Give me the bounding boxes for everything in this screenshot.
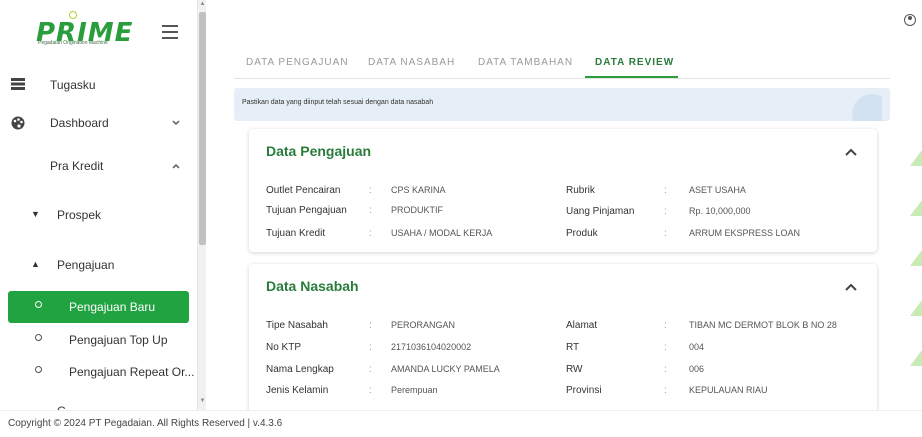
chevron-down-icon <box>172 118 180 129</box>
field-value: PRODUKTIF <box>391 205 444 215</box>
sidebar-item-prospek[interactable]: ▼ Prospek <box>0 200 190 230</box>
field-label: Produk <box>566 228 598 239</box>
user-account-icon[interactable] <box>904 14 916 26</box>
field-value: TIBAN MC DERMOT BLOK B NO 28 <box>689 320 837 330</box>
field-label: Provinsi <box>566 385 602 396</box>
sidebar-item-label: Pengajuan Repeat Or... <box>69 365 195 379</box>
chevron-up-icon <box>172 161 180 172</box>
field-separator: : <box>369 228 372 239</box>
caret-down-icon: ▼ <box>31 209 40 219</box>
field-label: Rubrik <box>566 185 595 196</box>
field-separator: : <box>369 185 372 196</box>
field-separator: : <box>664 320 667 331</box>
sidebar-item-label: Pra Kredit <box>50 159 104 173</box>
tab-bar: DATA PENGAJUAN DATA NASABAH DATA TAMBAHA… <box>234 45 890 79</box>
prime-logo[interactable]: PRIME Pegadaian Origination Machine <box>36 10 132 50</box>
field-separator: : <box>664 342 667 353</box>
field-label: RT <box>566 342 580 353</box>
tab-data-review[interactable]: DATA REVIEW <box>595 57 674 68</box>
field-value: ASET USAHA <box>689 185 746 195</box>
field-separator: : <box>664 206 667 217</box>
field-separator: : <box>664 185 667 196</box>
sidebar: PRIME Pegadaian Origination Machine Tuga… <box>0 0 197 410</box>
scrollbar-thumb[interactable] <box>199 12 206 245</box>
field-label: Tujuan Kredit <box>266 228 326 239</box>
collapse-chevron-icon[interactable] <box>845 143 857 156</box>
field-value: PERORANGAN <box>391 320 456 330</box>
circle-icon <box>35 366 42 373</box>
sidebar-item-pengajuan-top-up[interactable]: Pengajuan Top Up <box>8 324 189 356</box>
field-separator: : <box>369 364 372 375</box>
field-label: Tipe Nasabah <box>266 320 328 331</box>
field-value: 004 <box>689 342 705 352</box>
sidebar-scrollbar[interactable]: ▲ ▼ <box>197 0 206 410</box>
field-label: Alamat <box>566 320 598 331</box>
caret-up-icon: ▲ <box>31 259 40 269</box>
card-title: Data Nasabah <box>266 278 359 294</box>
sidebar-item-tugasku[interactable]: Tugasku <box>0 70 190 100</box>
main-content: DATA PENGAJUAN DATA NASABAH DATA TAMBAHA… <box>206 0 922 414</box>
sidebar-item-dashboard[interactable]: Dashboard <box>0 108 190 138</box>
field-value: USAHA / MODAL KERJA <box>391 228 493 238</box>
sidebar-item-label: Prospek <box>57 208 102 222</box>
info-banner-text: Pastikan data yang diinput telah sesuai … <box>242 99 434 106</box>
field-label: No KTP <box>266 342 302 353</box>
sidebar-item-partial[interactable]: ▬ C <box>0 396 190 410</box>
field-label: Uang Pinjaman <box>566 206 635 217</box>
tab-data-pengajuan[interactable]: DATA PENGAJUAN <box>246 57 349 68</box>
field-value: 2171036104020002 <box>391 342 472 352</box>
card-data-nasabah: Data Nasabah Tipe Nasabah : PERORANGAN N… <box>249 264 877 414</box>
tab-data-nasabah[interactable]: DATA NASABAH <box>368 57 455 68</box>
circle-icon <box>35 334 42 341</box>
footer: Copyright © 2024 PT Pegadaian. All Right… <box>0 410 922 437</box>
background-decoration <box>910 120 922 410</box>
collapse-chevron-icon[interactable] <box>845 278 857 291</box>
sidebar-item-pra-kredit[interactable]: Pra Kredit <box>0 151 190 181</box>
card-data-pengajuan: Data Pengajuan Outlet Pencairan : CPS KA… <box>249 129 877 252</box>
field-value: CPS KARINA <box>391 185 446 195</box>
field-separator: : <box>664 228 667 239</box>
menu-toggle-icon[interactable] <box>162 25 178 39</box>
sidebar-item-pengajuan-baru[interactable]: Pengajuan Baru <box>8 291 189 323</box>
field-value: KEPULAUAN RIAU <box>689 385 768 395</box>
circle-icon <box>35 301 42 308</box>
field-value: Perempuan <box>391 385 438 395</box>
field-separator: : <box>664 385 667 396</box>
field-value: AMANDA LUCKY PAMELA <box>391 364 500 374</box>
field-separator: : <box>664 364 667 375</box>
sidebar-item-pengajuan-repeat[interactable]: Pengajuan Repeat Or... <box>8 356 194 388</box>
palette-icon <box>10 116 26 130</box>
field-separator: : <box>369 205 372 216</box>
info-banner: Pastikan data yang diinput telah sesuai … <box>234 88 890 121</box>
sidebar-item-label: Pengajuan Top Up <box>69 333 168 347</box>
field-label: Nama Lengkap <box>266 364 334 375</box>
field-label: RW <box>566 364 583 375</box>
field-value: 006 <box>689 364 705 374</box>
sidebar-item-label: Tugasku <box>50 78 96 92</box>
active-tab-indicator <box>585 76 678 78</box>
field-value: ARRUM EKSPRESS LOAN <box>689 228 801 238</box>
field-value: Rp. 10,000,000 <box>689 206 751 216</box>
field-separator: : <box>369 385 372 396</box>
card-title: Data Pengajuan <box>266 143 372 159</box>
field-label: Outlet Pencairan <box>266 185 341 196</box>
tasks-icon <box>10 78 26 92</box>
sidebar-item-label: Pengajuan <box>57 258 115 272</box>
field-label: Tujuan Pengajuan <box>266 205 347 216</box>
copyright-text: Copyright © 2024 PT Pegadaian. All Right… <box>8 418 283 429</box>
field-separator: : <box>369 320 372 331</box>
field-label: Jenis Kelamin <box>266 385 329 396</box>
logo-tagline: Pegadaian Origination Machine <box>38 40 108 46</box>
sidebar-item-label: Pengajuan Baru <box>69 300 156 314</box>
banner-decoration <box>842 88 882 121</box>
tab-data-tambahan[interactable]: DATA TAMBAHAN <box>478 57 573 68</box>
sidebar-item-label: Dashboard <box>50 116 109 130</box>
sidebar-item-pengajuan[interactable]: ▲ Pengajuan <box>0 250 190 280</box>
field-separator: : <box>369 342 372 353</box>
